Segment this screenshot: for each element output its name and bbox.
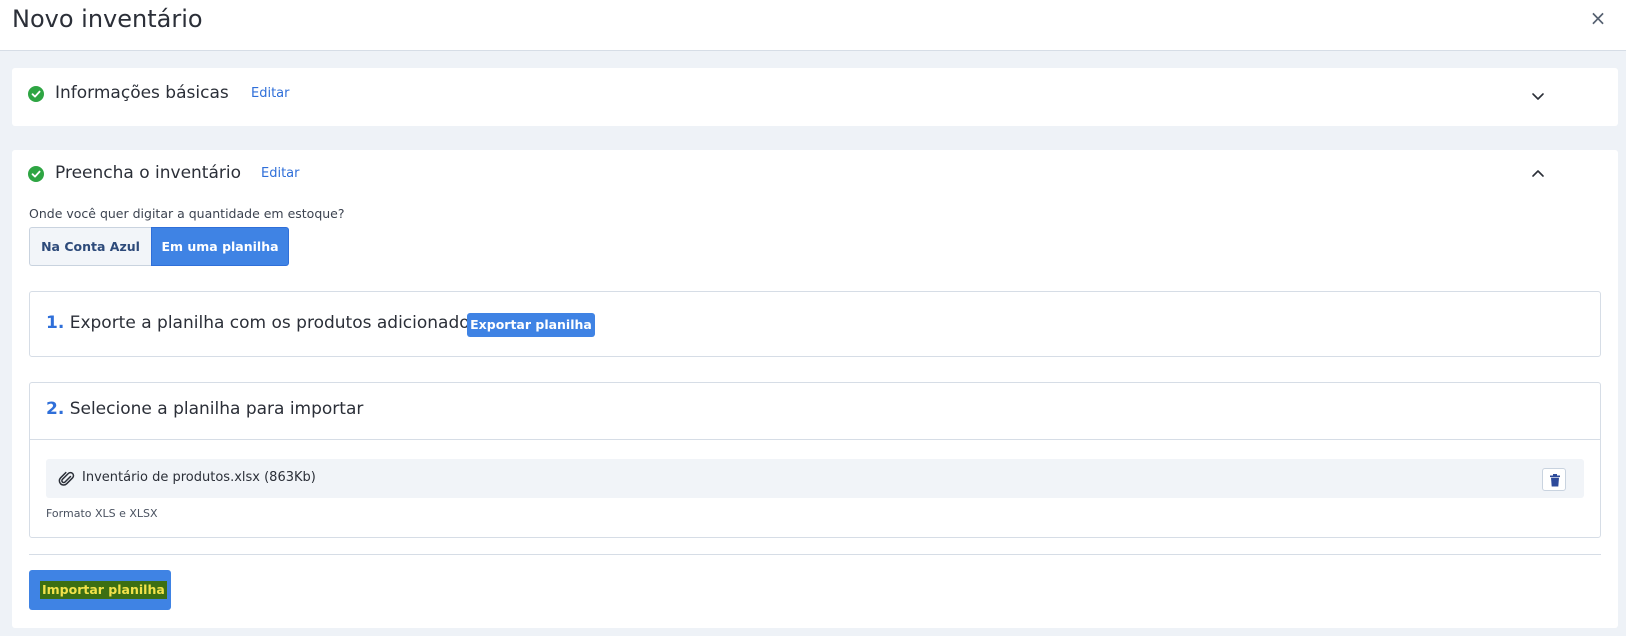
step-number: 2. xyxy=(46,399,65,419)
entry-mode-toggle: Na Conta Azul Em uma planilha xyxy=(29,227,289,266)
export-step-title: 1. Exporte a planilha com os produtos ad… xyxy=(46,312,479,334)
export-step-box: 1. Exporte a planilha com os produtos ad… xyxy=(29,291,1601,357)
page-title: Novo inventário xyxy=(12,5,203,33)
check-circle-icon xyxy=(28,86,44,102)
import-button-label: Importar planilha xyxy=(40,581,167,599)
option-em-uma-planilha[interactable]: Em uma planilha xyxy=(151,227,289,266)
edit-basic-info-link[interactable]: Editar xyxy=(251,85,290,103)
step-text: Exporte a planilha com os produtos adici… xyxy=(69,313,479,333)
step-number: 1. xyxy=(46,313,65,333)
divider xyxy=(30,439,1600,440)
uploaded-file-row: Inventário de produtos.xlsx (863Kb) xyxy=(46,459,1584,498)
option-na-conta-azul[interactable]: Na Conta Azul xyxy=(29,227,151,266)
export-spreadsheet-button[interactable]: Exportar planilha xyxy=(467,313,595,337)
stock-entry-question: Onde você quer digitar a quantidade em e… xyxy=(29,206,345,221)
divider xyxy=(29,554,1601,555)
import-step-title: 2. Selecione a planilha para importar xyxy=(46,398,363,420)
paperclip-icon xyxy=(58,471,75,486)
section-title: Informações básicas xyxy=(55,83,229,103)
chevron-up-icon[interactable] xyxy=(1530,166,1546,182)
chevron-down-icon[interactable] xyxy=(1530,88,1546,104)
section-basic-info[interactable]: Informações básicas Editar xyxy=(12,68,1618,126)
trash-icon xyxy=(1550,474,1560,487)
section-fill-inventory: Preencha o inventário Editar Onde você q… xyxy=(12,150,1618,628)
import-spreadsheet-button[interactable]: Importar planilha xyxy=(29,570,171,610)
file-name: Inventário de produtos.xlsx (863Kb) xyxy=(82,470,316,485)
modal-header: Novo inventário × xyxy=(0,0,1626,51)
check-circle-icon xyxy=(28,166,44,182)
step-text: Selecione a planilha para importar xyxy=(69,399,364,419)
import-step-box: 2. Selecione a planilha para importar In… xyxy=(29,382,1601,538)
section-title: Preencha o inventário xyxy=(55,163,241,183)
remove-file-button[interactable] xyxy=(1542,468,1566,491)
close-icon[interactable]: × xyxy=(1588,6,1608,30)
edit-fill-inventory-link[interactable]: Editar xyxy=(261,165,300,183)
format-hint: Formato XLS e XLSX xyxy=(46,507,158,520)
